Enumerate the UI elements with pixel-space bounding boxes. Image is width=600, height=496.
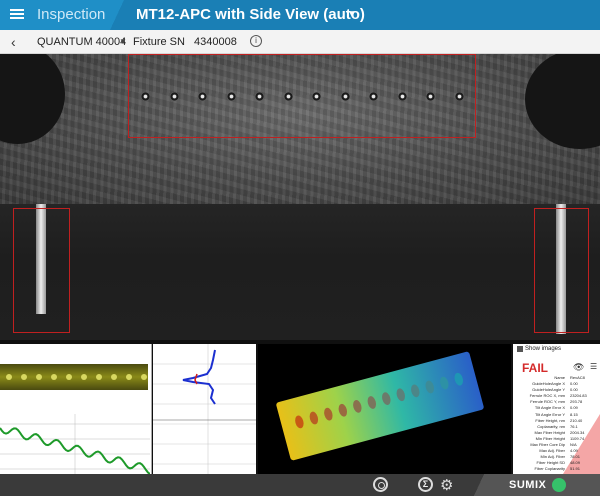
show-images-checkbox[interactable] — [517, 346, 523, 352]
status-bar: Σ ⚙ SUMIX — [0, 474, 600, 496]
caret-down-icon[interactable]: ▼ — [347, 9, 357, 20]
fiber-bump — [424, 379, 436, 395]
document-selector[interactable]: MT12-APC with Side View (auto) ▼ — [124, 0, 600, 30]
ferrule-thumbnail — [0, 364, 148, 390]
caret-down-icon[interactable]: ▼ — [119, 37, 127, 46]
hamburger-menu-icon[interactable]: ☰ — [590, 362, 597, 371]
sigma-icon[interactable]: Σ — [418, 477, 433, 492]
fixture-sn-value: 4340008 — [194, 36, 237, 48]
results-panel: Show images FAIL 👁 ☰ Name RevAC8 GuideHole… — [513, 344, 600, 474]
fiber-bump — [308, 410, 320, 426]
fiber-dot — [66, 374, 72, 380]
roi-left-pin[interactable] — [13, 208, 70, 333]
ferrule-side-band — [0, 204, 600, 340]
roi-fiber-region[interactable] — [128, 54, 476, 138]
fiber-bump — [322, 406, 334, 422]
document-title[interactable]: MT12-APC with Side View (auto) — [136, 6, 365, 23]
fiber-bump — [380, 391, 392, 406]
status-badge: FAIL — [522, 361, 548, 375]
shutter-icon[interactable] — [373, 477, 388, 492]
device-bar: ‹ QUANTUM 40004 ▼ Fixture SN 4340008 i — [0, 30, 600, 54]
fiber-dot — [126, 374, 132, 380]
brand-divider — [470, 474, 488, 496]
brand-logo: SUMIX — [509, 479, 547, 491]
roi-right-pin[interactable] — [534, 208, 589, 333]
fiber-bump — [293, 414, 305, 430]
main-camera-view[interactable] — [0, 54, 600, 340]
show-images-toggle[interactable]: Show images — [517, 346, 561, 352]
side-profile-plot — [153, 344, 256, 474]
fiber-dot — [51, 374, 57, 380]
fiber-dot — [96, 374, 102, 380]
fiber-dot — [81, 374, 87, 380]
3d-ferrule-model — [275, 351, 485, 461]
height-profile-plot — [0, 414, 150, 476]
fiber-bump — [395, 387, 407, 403]
3d-surface-view[interactable] — [258, 344, 511, 474]
section-title[interactable]: Inspection — [37, 6, 105, 23]
results-table: Name RevAC8 GuideHoleAngle X 0.00 GuideHoleA… — [515, 375, 598, 474]
fiber-bump — [438, 375, 450, 391]
fixture-sn-label: Fixture SN — [133, 36, 185, 48]
fiber-bump — [337, 402, 349, 418]
profile-panel[interactable] — [0, 344, 152, 476]
info-icon[interactable]: i — [250, 35, 262, 47]
bottom-panels: Show images FAIL 👁 ☰ Name RevAC8 GuideHole… — [0, 340, 600, 476]
fiber-bump — [409, 383, 421, 399]
title-bar: Inspection MT12-APC with Side View (auto… — [0, 0, 600, 30]
chevron-left-icon[interactable]: ‹ — [11, 34, 16, 50]
connection-status-led — [552, 478, 566, 492]
app-window: Inspection MT12-APC with Side View (auto… — [0, 0, 600, 496]
fiber-dot — [36, 374, 42, 380]
fiber-dot — [6, 374, 12, 380]
eye-icon[interactable]: 👁 — [573, 362, 584, 373]
fiber-bump — [351, 399, 363, 414]
hamburger-menu-icon[interactable] — [10, 7, 24, 23]
title-divider — [110, 0, 124, 30]
device-model-selector[interactable]: QUANTUM 40004 — [37, 36, 126, 48]
gear-icon[interactable]: ⚙ — [440, 476, 453, 494]
side-profile-panel[interactable] — [153, 344, 256, 474]
fiber-bump — [366, 395, 378, 410]
fiber-bump — [453, 371, 465, 387]
fiber-dot — [21, 374, 27, 380]
fiber-dot — [141, 374, 147, 380]
fiber-dot — [111, 374, 117, 380]
show-images-label: Show images — [525, 346, 562, 352]
